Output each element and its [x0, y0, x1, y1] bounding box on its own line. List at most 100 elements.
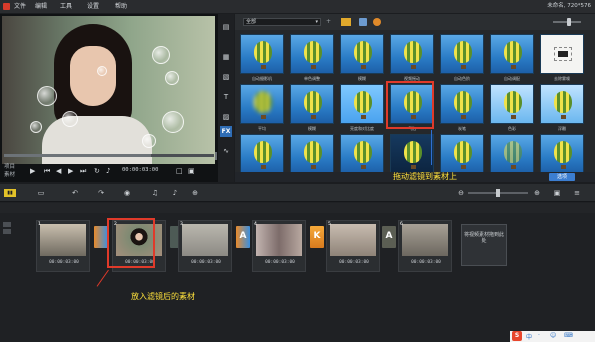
clip-4[interactable]: 4 00:00:03:00 [252, 220, 306, 272]
category-dropdown[interactable]: 全部 ▾ [243, 18, 321, 26]
menu-bar: 文件 编辑 工具 设置 帮助 未命名, 720*576 [0, 0, 595, 13]
storyboard-view-icon[interactable]: ▮▮ [4, 189, 16, 197]
player-controls: 项目 素材 ▶ ⏮ ◀ ▶ ⏭ ↻ ♪ 00:00:03:00 □ ▣ [4, 164, 230, 179]
audio-icon[interactable] [373, 18, 381, 26]
transition-slot[interactable]: K [310, 226, 324, 248]
filter-thumb[interactable] [340, 34, 384, 74]
filter-thumb[interactable] [290, 34, 334, 74]
filter-thumb[interactable] [240, 34, 284, 74]
filter-thumb[interactable] [490, 84, 534, 124]
path-tab-icon[interactable]: ∿ [220, 146, 232, 157]
audio-mixer-icon[interactable]: ♫ [150, 189, 160, 197]
graphic-tab-icon[interactable]: ▨ [220, 112, 232, 123]
filter-thumb[interactable] [540, 84, 584, 124]
transition-label: A [385, 231, 393, 241]
zoom-out-icon[interactable]: ⊖ [456, 189, 466, 197]
volume-icon[interactable]: ♪ [106, 167, 110, 175]
forward-icon[interactable]: ▶ [68, 167, 73, 175]
options-button[interactable]: 选项 [549, 173, 575, 181]
menu-file[interactable]: 文件 [14, 0, 26, 13]
media-icon[interactable] [359, 18, 367, 26]
timeline-settings-icon[interactable]: ≡ [572, 189, 582, 197]
clip-3[interactable]: 3 00:00:03:00 [178, 220, 232, 272]
thumbnail-size-slider[interactable] [553, 18, 581, 26]
prev-icon[interactable]: ⏮ [44, 167, 50, 176]
repeat-icon[interactable]: ↻ [94, 167, 100, 175]
chevron-down-icon: ▾ [315, 19, 318, 25]
drop-target[interactable]: 将视频素材拖到此处 [461, 224, 507, 266]
ime-emoji-icon[interactable]: ☺ [550, 332, 556, 339]
filter-thumb[interactable] [440, 34, 484, 74]
filter-thumb[interactable] [390, 34, 434, 74]
record-icon[interactable]: ◉ [122, 189, 132, 197]
filter-thumb[interactable] [390, 134, 434, 174]
menu-settings[interactable]: 设置 [87, 0, 99, 13]
bubble [165, 71, 179, 85]
filter-thumb[interactable] [440, 84, 484, 124]
track-toggle-icon[interactable] [3, 222, 11, 227]
menu-help[interactable]: 帮助 [115, 0, 127, 13]
basket-icon [311, 165, 316, 169]
basket-icon [461, 65, 466, 69]
zoom-slider[interactable] [468, 189, 528, 197]
fullscreen-icon[interactable]: □ [176, 167, 183, 175]
bubble [142, 134, 156, 148]
filter-thumb[interactable] [440, 134, 484, 174]
ime-punct-icon[interactable]: · [538, 332, 540, 339]
filter-thumb[interactable] [540, 134, 584, 174]
track-lock-icon[interactable] [3, 229, 11, 234]
title-tab-icon[interactable]: T [220, 92, 232, 103]
filter-caption: 炭笔 [458, 126, 466, 131]
filter-thumb[interactable] [340, 84, 384, 124]
transition-slot[interactable]: A [382, 226, 396, 248]
ime-logo-icon[interactable]: S [512, 331, 522, 341]
filter-thumb[interactable] [240, 134, 284, 174]
play-icon[interactable]: ▶ [30, 167, 35, 175]
slider-knob[interactable] [567, 18, 571, 26]
zoom-slider-knob[interactable] [496, 189, 500, 197]
basket-icon [261, 65, 266, 69]
ime-mode-icon[interactable]: 中 [526, 332, 532, 341]
transition-label: K [313, 231, 321, 241]
motion-track-icon[interactable]: ⊕ [190, 189, 200, 197]
folder-icon[interactable] [341, 18, 351, 26]
clip-6[interactable]: 6 00:00:03:00 [398, 220, 452, 272]
zoom-in-icon[interactable]: ⊕ [532, 189, 542, 197]
filter-thumb[interactable] [490, 134, 534, 174]
player-timecode[interactable]: 00:00:03:00 [122, 167, 158, 173]
next-icon[interactable]: ⏭ [80, 167, 86, 176]
menu-edit[interactable]: 编辑 [35, 0, 47, 13]
filter-caption: 模糊 [358, 76, 366, 81]
clip-5[interactable]: 5 00:00:03:00 [326, 220, 380, 272]
scrub-bar[interactable] [4, 154, 214, 157]
menu-tools[interactable]: 工具 [60, 0, 72, 13]
filter-thumb[interactable] [290, 134, 334, 174]
rewind-icon[interactable]: ◀ [56, 167, 61, 175]
filter-thumb[interactable] [340, 134, 384, 174]
auto-music-icon[interactable]: ♪ [170, 189, 180, 197]
filter-thumb[interactable] [540, 34, 584, 74]
transition-slot[interactable]: A [236, 226, 250, 248]
filter-thumb[interactable] [240, 84, 284, 124]
timeline-view-icon[interactable]: ▭ [36, 189, 46, 197]
instant-project-icon[interactable]: ▦ [220, 52, 232, 63]
media-tab-icon[interactable]: ▤ [220, 22, 232, 33]
basket-icon [311, 115, 316, 119]
filter-thumb[interactable] [290, 84, 334, 124]
undo-icon[interactable]: ↶ [70, 189, 80, 197]
fit-project-icon[interactable]: ▣ [552, 189, 562, 197]
scrub-marker[interactable] [215, 152, 217, 160]
redo-icon[interactable]: ↷ [96, 189, 106, 197]
preview-video[interactable] [2, 16, 215, 164]
transition-tab-icon[interactable]: ▧ [220, 72, 232, 83]
bubble [62, 111, 78, 127]
filter-thumb[interactable] [490, 34, 534, 74]
clip-label[interactable]: 素材 [4, 172, 15, 178]
filter-tab-icon[interactable]: FX [220, 126, 232, 137]
snapshot-icon[interactable]: ▣ [188, 167, 195, 175]
ime-keyboard-icon[interactable]: ⌨ [564, 332, 573, 339]
transition-slot[interactable] [94, 226, 108, 248]
add-icon[interactable]: + [326, 18, 331, 26]
project-label[interactable]: 项目 [4, 164, 15, 170]
clip-1[interactable]: 1 00:00:03:00 [36, 220, 90, 272]
